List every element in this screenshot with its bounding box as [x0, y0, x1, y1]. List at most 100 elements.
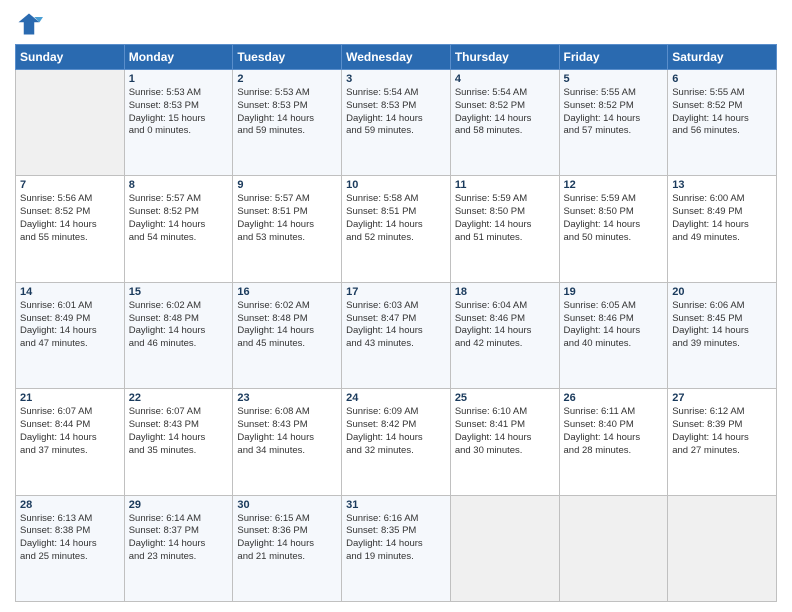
- calendar-cell: 31 Sunrise: 6:16 AMSunset: 8:35 PMDayligh…: [342, 495, 451, 601]
- day-info: Sunrise: 6:06 AMSunset: 8:45 PMDaylight:…: [672, 300, 772, 351]
- week-row-3: 14Sunrise: 6:01 AMSunset: 8:49 PMDayligh…: [16, 282, 777, 388]
- calendar-cell: 26 Sunrise: 6:11 AMSunset: 8:40 PMDayligh…: [559, 389, 668, 495]
- day-info: Sunrise: 5:54 AMSunset: 8:52 PMDaylight:…: [455, 87, 555, 138]
- header-friday: Friday: [559, 45, 668, 70]
- calendar-cell: 10 Sunrise: 5:58 AMSunset: 8:51 PMDayligh…: [342, 176, 451, 282]
- day-info: Sunrise: 5:55 AMSunset: 8:52 PMDaylight:…: [564, 87, 664, 138]
- day-info: Sunrise: 6:14 AMSunset: 8:37 PMDaylight:…: [129, 513, 229, 564]
- calendar-cell: 7 Sunrise: 5:56 AMSunset: 8:52 PMDaylight…: [16, 176, 125, 282]
- day-number: 10: [346, 179, 446, 191]
- calendar-cell: 29 Sunrise: 6:14 AMSunset: 8:37 PMDayligh…: [124, 495, 233, 601]
- header-thursday: Thursday: [450, 45, 559, 70]
- calendar-cell: 8 Sunrise: 5:57 AMSunset: 8:52 PMDaylight…: [124, 176, 233, 282]
- calendar-cell: 4 Sunrise: 5:54 AMSunset: 8:52 PMDaylight…: [450, 70, 559, 176]
- calendar-cell: [668, 495, 777, 601]
- day-number: 29: [129, 499, 229, 511]
- day-number: 17: [346, 286, 446, 298]
- calendar-cell: 9 Sunrise: 5:57 AMSunset: 8:51 PMDaylight…: [233, 176, 342, 282]
- calendar-cell: 16Sunrise: 6:02 AMSunset: 8:48 PMDayligh…: [233, 282, 342, 388]
- day-info: Sunrise: 6:07 AMSunset: 8:43 PMDaylight:…: [129, 406, 229, 457]
- day-info: Sunrise: 6:16 AMSunset: 8:35 PMDaylight:…: [346, 513, 446, 564]
- day-info: Sunrise: 6:08 AMSunset: 8:43 PMDaylight:…: [237, 406, 337, 457]
- logo: [15, 10, 47, 38]
- calendar-cell: [450, 495, 559, 601]
- day-number: 12: [564, 179, 664, 191]
- calendar-table: SundayMondayTuesdayWednesdayThursdayFrid…: [15, 44, 777, 602]
- day-number: 19: [564, 286, 664, 298]
- day-info: Sunrise: 6:07 AMSunset: 8:44 PMDaylight:…: [20, 406, 120, 457]
- day-info: Sunrise: 6:15 AMSunset: 8:36 PMDaylight:…: [237, 513, 337, 564]
- day-number: 15: [129, 286, 229, 298]
- calendar-cell: 24 Sunrise: 6:09 AMSunset: 8:42 PMDayligh…: [342, 389, 451, 495]
- calendar-cell: [559, 495, 668, 601]
- calendar-cell: 6Sunrise: 5:55 AMSunset: 8:52 PMDaylight…: [668, 70, 777, 176]
- calendar-cell: 21 Sunrise: 6:07 AMSunset: 8:44 PMDayligh…: [16, 389, 125, 495]
- day-info: Sunrise: 5:53 AMSunset: 8:53 PMDaylight:…: [237, 87, 337, 138]
- day-info: Sunrise: 6:11 AMSunset: 8:40 PMDaylight:…: [564, 406, 664, 457]
- day-number: 7: [20, 179, 120, 191]
- day-number: 21: [20, 392, 120, 404]
- day-number: 22: [129, 392, 229, 404]
- day-number: 9: [237, 179, 337, 191]
- calendar-cell: [16, 70, 125, 176]
- day-info: Sunrise: 6:02 AMSunset: 8:48 PMDaylight:…: [237, 300, 337, 351]
- calendar-cell: 15 Sunrise: 6:02 AMSunset: 8:48 PMDayligh…: [124, 282, 233, 388]
- page: SundayMondayTuesdayWednesdayThursdayFrid…: [0, 0, 792, 612]
- day-info: Sunrise: 6:02 AMSunset: 8:48 PMDaylight:…: [129, 300, 229, 351]
- day-info: Sunrise: 5:56 AMSunset: 8:52 PMDaylight:…: [20, 193, 120, 244]
- week-row-4: 21 Sunrise: 6:07 AMSunset: 8:44 PMDayligh…: [16, 389, 777, 495]
- calendar-cell: 25Sunrise: 6:10 AMSunset: 8:41 PMDayligh…: [450, 389, 559, 495]
- calendar-cell: 12 Sunrise: 5:59 AMSunset: 8:50 PMDayligh…: [559, 176, 668, 282]
- header-tuesday: Tuesday: [233, 45, 342, 70]
- day-info: Sunrise: 5:59 AMSunset: 8:50 PMDaylight:…: [455, 193, 555, 244]
- day-info: Sunrise: 6:12 AMSunset: 8:39 PMDaylight:…: [672, 406, 772, 457]
- calendar-cell: 13Sunrise: 6:00 AMSunset: 8:49 PMDayligh…: [668, 176, 777, 282]
- calendar-cell: 5 Sunrise: 5:55 AMSunset: 8:52 PMDaylight…: [559, 70, 668, 176]
- day-info: Sunrise: 5:57 AMSunset: 8:52 PMDaylight:…: [129, 193, 229, 244]
- day-info: Sunrise: 5:58 AMSunset: 8:51 PMDaylight:…: [346, 193, 446, 244]
- calendar-cell: 18 Sunrise: 6:04 AMSunset: 8:46 PMDayligh…: [450, 282, 559, 388]
- header-saturday: Saturday: [668, 45, 777, 70]
- day-number: 25: [455, 392, 555, 404]
- calendar-cell: 3Sunrise: 5:54 AMSunset: 8:53 PMDaylight…: [342, 70, 451, 176]
- day-number: 2: [237, 73, 337, 85]
- calendar-cell: 19Sunrise: 6:05 AMSunset: 8:46 PMDayligh…: [559, 282, 668, 388]
- day-number: 5: [564, 73, 664, 85]
- day-info: Sunrise: 6:03 AMSunset: 8:47 PMDaylight:…: [346, 300, 446, 351]
- calendar-cell: 27 Sunrise: 6:12 AMSunset: 8:39 PMDayligh…: [668, 389, 777, 495]
- day-number: 23: [237, 392, 337, 404]
- week-row-5: 28 Sunrise: 6:13 AMSunset: 8:38 PMDayligh…: [16, 495, 777, 601]
- calendar-cell: 1Sunrise: 5:53 AMSunset: 8:53 PMDaylight…: [124, 70, 233, 176]
- day-number: 1: [129, 73, 229, 85]
- day-info: Sunrise: 5:54 AMSunset: 8:53 PMDaylight:…: [346, 87, 446, 138]
- day-info: Sunrise: 6:09 AMSunset: 8:42 PMDaylight:…: [346, 406, 446, 457]
- logo-icon: [15, 10, 43, 38]
- header: [15, 10, 777, 38]
- calendar-cell: 14Sunrise: 6:01 AMSunset: 8:49 PMDayligh…: [16, 282, 125, 388]
- day-number: 8: [129, 179, 229, 191]
- day-number: 31: [346, 499, 446, 511]
- day-number: 11: [455, 179, 555, 191]
- calendar-cell: 30Sunrise: 6:15 AMSunset: 8:36 PMDayligh…: [233, 495, 342, 601]
- header-wednesday: Wednesday: [342, 45, 451, 70]
- day-info: Sunrise: 5:57 AMSunset: 8:51 PMDaylight:…: [237, 193, 337, 244]
- week-row-2: 7 Sunrise: 5:56 AMSunset: 8:52 PMDaylight…: [16, 176, 777, 282]
- day-number: 27: [672, 392, 772, 404]
- header-monday: Monday: [124, 45, 233, 70]
- day-number: 28: [20, 499, 120, 511]
- calendar-cell: 23 Sunrise: 6:08 AMSunset: 8:43 PMDayligh…: [233, 389, 342, 495]
- day-number: 26: [564, 392, 664, 404]
- calendar-cell: 17 Sunrise: 6:03 AMSunset: 8:47 PMDayligh…: [342, 282, 451, 388]
- day-number: 20: [672, 286, 772, 298]
- day-number: 4: [455, 73, 555, 85]
- day-number: 24: [346, 392, 446, 404]
- calendar-header-row: SundayMondayTuesdayWednesdayThursdayFrid…: [16, 45, 777, 70]
- day-number: 14: [20, 286, 120, 298]
- day-number: 6: [672, 73, 772, 85]
- day-number: 18: [455, 286, 555, 298]
- day-info: Sunrise: 5:59 AMSunset: 8:50 PMDaylight:…: [564, 193, 664, 244]
- week-row-1: 1 Sunrise: 5:53 AMSunset: 8:53 PMDaylight…: [16, 70, 777, 176]
- day-info: Sunrise: 6:13 AMSunset: 8:38 PMDaylight:…: [20, 513, 120, 564]
- calendar-cell: 28 Sunrise: 6:13 AMSunset: 8:38 PMDayligh…: [16, 495, 125, 601]
- day-info: Sunrise: 6:04 AMSunset: 8:46 PMDaylight:…: [455, 300, 555, 351]
